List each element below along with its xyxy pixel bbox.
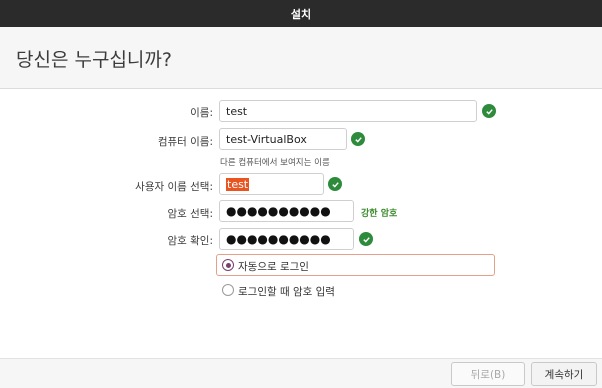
- continue-button[interactable]: 계속하기: [531, 362, 597, 386]
- page-header: 당신은 누구십니까?: [0, 27, 602, 89]
- computer-name-hint: 다른 컴퓨터에서 보여지는 이름: [220, 158, 330, 168]
- footer-bar: 뒤로(B) 계속하기: [0, 358, 602, 388]
- computer-name-input-value: test-VirtualBox: [226, 132, 307, 146]
- name-valid-check-icon: [482, 104, 496, 118]
- password-input[interactable]: ●●●●●●●●●●: [219, 200, 354, 222]
- auto-login-label: 자동으로 로그인: [238, 261, 309, 273]
- computer-name-input[interactable]: test-VirtualBox: [219, 128, 347, 150]
- username-label: 사용자 이름 선택:: [135, 181, 213, 193]
- password-login-option[interactable]: 로그인할 때 암호 입력: [216, 280, 416, 300]
- auto-login-radio[interactable]: [222, 259, 234, 271]
- username-input-value: test: [226, 177, 250, 191]
- window-title: 설치: [290, 7, 312, 21]
- name-input[interactable]: test: [219, 100, 477, 122]
- window-titlebar: 설치: [0, 0, 602, 27]
- confirm-password-input[interactable]: ●●●●●●●●●●: [219, 228, 354, 250]
- name-input-value: test: [226, 104, 248, 118]
- confirm-password-valid-check-icon: [359, 232, 373, 246]
- confirm-password-label: 암호 확인:: [167, 235, 213, 247]
- user-form: 이름: test 컴퓨터 이름: test-VirtualBox 다른 컴퓨터에…: [0, 90, 602, 358]
- page-title: 당신은 누구십니까?: [16, 49, 172, 71]
- password-login-radio[interactable]: [222, 284, 234, 296]
- auto-login-option[interactable]: 자동으로 로그인: [216, 254, 495, 276]
- confirm-password-input-value: ●●●●●●●●●●: [226, 232, 331, 246]
- username-input[interactable]: test: [219, 173, 324, 195]
- password-label: 암호 선택:: [167, 208, 213, 220]
- computer-name-valid-check-icon: [351, 132, 365, 146]
- password-strength-label: 강한 암호: [361, 209, 398, 219]
- computer-name-label: 컴퓨터 이름:: [157, 136, 213, 148]
- username-valid-check-icon: [328, 177, 342, 191]
- back-button[interactable]: 뒤로(B): [451, 362, 525, 386]
- password-input-value: ●●●●●●●●●●: [226, 204, 331, 218]
- name-label: 이름:: [190, 107, 213, 119]
- password-login-label: 로그인할 때 암호 입력: [238, 286, 335, 298]
